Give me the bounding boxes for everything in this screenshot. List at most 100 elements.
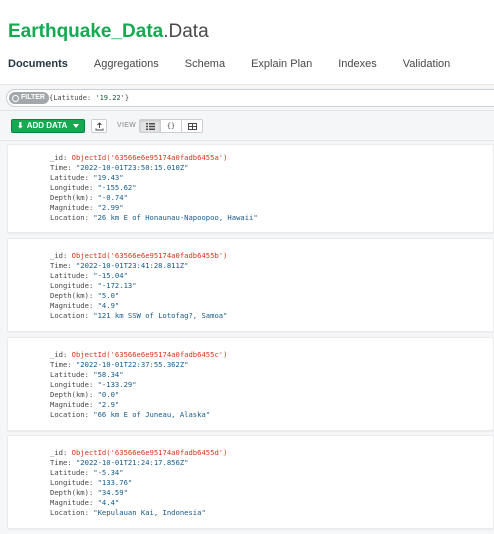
filter-query-text[interactable]: {Latitude: '19.22'} (49, 91, 129, 105)
filter-input[interactable]: FILTER {Latitude: '19.22'} (6, 89, 494, 107)
field-row: Location: "121 km SSW of Lotofag?, Samoa… (50, 311, 227, 321)
document-card[interactable]: _id: ObjectId('63566e6e95174a0fadb6455d'… (7, 435, 494, 529)
field-row: Depth(km): "-0.74" (50, 193, 258, 203)
field-row: Magnitude: "4.4" (50, 498, 227, 508)
table-view-button[interactable] (181, 119, 203, 133)
json-view-button[interactable]: {} (160, 119, 182, 133)
field-row: Time: "2022-10-01T23:50:15.010Z" (50, 163, 258, 173)
query-suffix: } (124, 94, 130, 102)
field-row: Time: "2022-10-01T22:37:55.362Z" (50, 360, 227, 370)
field-value: "Kepulauan Kai, Indonesia" (93, 508, 206, 517)
query-prefix: {Latitude: (49, 94, 96, 102)
namespace-title: Earthquake_Data.Data (8, 20, 209, 44)
field-row: Latitude: "19.43" (50, 173, 258, 183)
field-value: "2.9" (97, 400, 120, 409)
field-key: Magnitude: (50, 400, 94, 409)
document-fields: _id: ObjectId('63566e6e95174a0fadb6455d'… (50, 448, 227, 518)
field-row: Depth(km): "0.0" (50, 390, 227, 400)
list-view-icon (145, 122, 155, 130)
tab-explain-plan[interactable]: Explain Plan (251, 56, 312, 84)
field-key: Magnitude: (50, 498, 94, 507)
filter-icon (12, 94, 19, 102)
field-row: Magnitude: "4.9" (50, 301, 227, 311)
field-key: Latitude: (50, 271, 89, 280)
caret-down-icon (73, 124, 79, 128)
field-row: _id: ObjectId('63566e6e95174a0fadb6455a'… (50, 153, 258, 163)
field-value: "2022-10-01T22:37:55.362Z" (75, 360, 189, 369)
field-value: ObjectId('63566e6e95174a0fadb6455a') (71, 153, 228, 162)
field-value: "58.34" (93, 370, 124, 379)
export-button[interactable] (91, 119, 107, 133)
document-card[interactable]: _id: ObjectId('63566e6e95174a0fadb6455b'… (7, 238, 494, 332)
field-value: "26 km E of Honaunau-Napoopoo, Hawaii" (93, 213, 258, 222)
tab-indexes[interactable]: Indexes (338, 56, 377, 84)
field-key: Time: (50, 261, 72, 270)
field-key: Location: (50, 410, 89, 419)
documents-toolbar: ⬇ ADD DATA VIEW {} (0, 111, 494, 141)
database-name[interactable]: Earthquake_Data (8, 21, 163, 42)
table-view-icon (187, 122, 197, 130)
document-fields: _id: ObjectId('63566e6e95174a0fadb6455a'… (50, 153, 258, 223)
collection-tabs: Documents Aggregations Schema Explain Pl… (6, 56, 476, 88)
document-card[interactable]: _id: ObjectId('63566e6e95174a0fadb6455a'… (7, 144, 494, 233)
field-value: "34.59" (97, 488, 128, 497)
tab-aggregations[interactable]: Aggregations (94, 56, 159, 84)
document-fields: _id: ObjectId('63566e6e95174a0fadb6455b'… (50, 251, 227, 321)
field-key: _id: (50, 153, 68, 162)
query-bar: FILTER {Latitude: '19.22'} (0, 85, 494, 111)
field-value: "2.99" (97, 203, 124, 212)
field-row: Longitude: "-172.13" (50, 281, 227, 291)
list-view-button[interactable] (139, 119, 161, 133)
field-key: Time: (50, 163, 72, 172)
field-row: Longitude: "133.76" (50, 478, 227, 488)
documents-list: _id: ObjectId('63566e6e95174a0fadb6455a'… (0, 141, 494, 534)
field-key: Depth(km): (50, 488, 94, 497)
field-key: Latitude: (50, 173, 89, 182)
field-key: Longitude: (50, 183, 94, 192)
field-value: "0.0" (97, 390, 120, 399)
field-row: Longitude: "-155.62" (50, 183, 258, 193)
view-switcher: {} (139, 119, 203, 133)
field-key: Time: (50, 458, 72, 467)
field-key: Magnitude: (50, 203, 94, 212)
field-row: Time: "2022-10-01T21:24:17.856Z" (50, 458, 227, 468)
add-data-button[interactable]: ⬇ ADD DATA (11, 119, 85, 133)
filter-pill-label: FILTER (21, 94, 45, 101)
field-row: Depth(km): "34.59" (50, 488, 227, 498)
field-key: Magnitude: (50, 301, 94, 310)
document-card[interactable]: _id: ObjectId('63566e6e95174a0fadb6455c'… (7, 337, 494, 431)
field-value: "2022-10-01T23:50:15.010Z" (75, 163, 189, 172)
field-value: "-172.13" (97, 281, 137, 290)
tab-documents[interactable]: Documents (6, 56, 70, 88)
tab-schema[interactable]: Schema (185, 56, 225, 84)
field-row: _id: ObjectId('63566e6e95174a0fadb6455c'… (50, 350, 227, 360)
field-row: Magnitude: "2.99" (50, 203, 258, 213)
field-value: "2022-10-01T21:24:17.856Z" (75, 458, 189, 467)
field-key: Location: (50, 508, 89, 517)
add-data-label: ADD DATA (26, 121, 68, 130)
field-key: Location: (50, 213, 89, 222)
field-value: ObjectId('63566e6e95174a0fadb6455b') (71, 251, 228, 260)
field-row: Latitude: "-5.34" (50, 468, 227, 478)
field-value: "66 km E of Juneau, Alaska" (93, 410, 211, 419)
tab-validation[interactable]: Validation (403, 56, 451, 84)
field-value: "19.43" (93, 173, 124, 182)
field-key: _id: (50, 251, 68, 260)
field-key: Depth(km): (50, 291, 94, 300)
field-value: ObjectId('63566e6e95174a0fadb6455d') (71, 448, 228, 457)
download-icon: ⬇ (17, 121, 24, 130)
query-value: '19.22' (95, 94, 125, 102)
field-key: Depth(km): (50, 390, 94, 399)
field-value: "121 km SSW of Lotofag?, Samoa" (93, 311, 228, 320)
field-row: _id: ObjectId('63566e6e95174a0fadb6455b'… (50, 251, 227, 261)
json-view-icon: {} (166, 122, 176, 130)
document-fields: _id: ObjectId('63566e6e95174a0fadb6455c'… (50, 350, 227, 420)
field-key: Longitude: (50, 281, 94, 290)
field-value: ObjectId('63566e6e95174a0fadb6455c') (71, 350, 228, 359)
field-key: Longitude: (50, 478, 94, 487)
field-key: _id: (50, 350, 68, 359)
collection-header: Earthquake_Data.Data Documents Aggregati… (0, 0, 494, 88)
filter-pill: FILTER (9, 92, 49, 104)
collection-name: Data (168, 21, 209, 42)
field-key: Depth(km): (50, 193, 94, 202)
